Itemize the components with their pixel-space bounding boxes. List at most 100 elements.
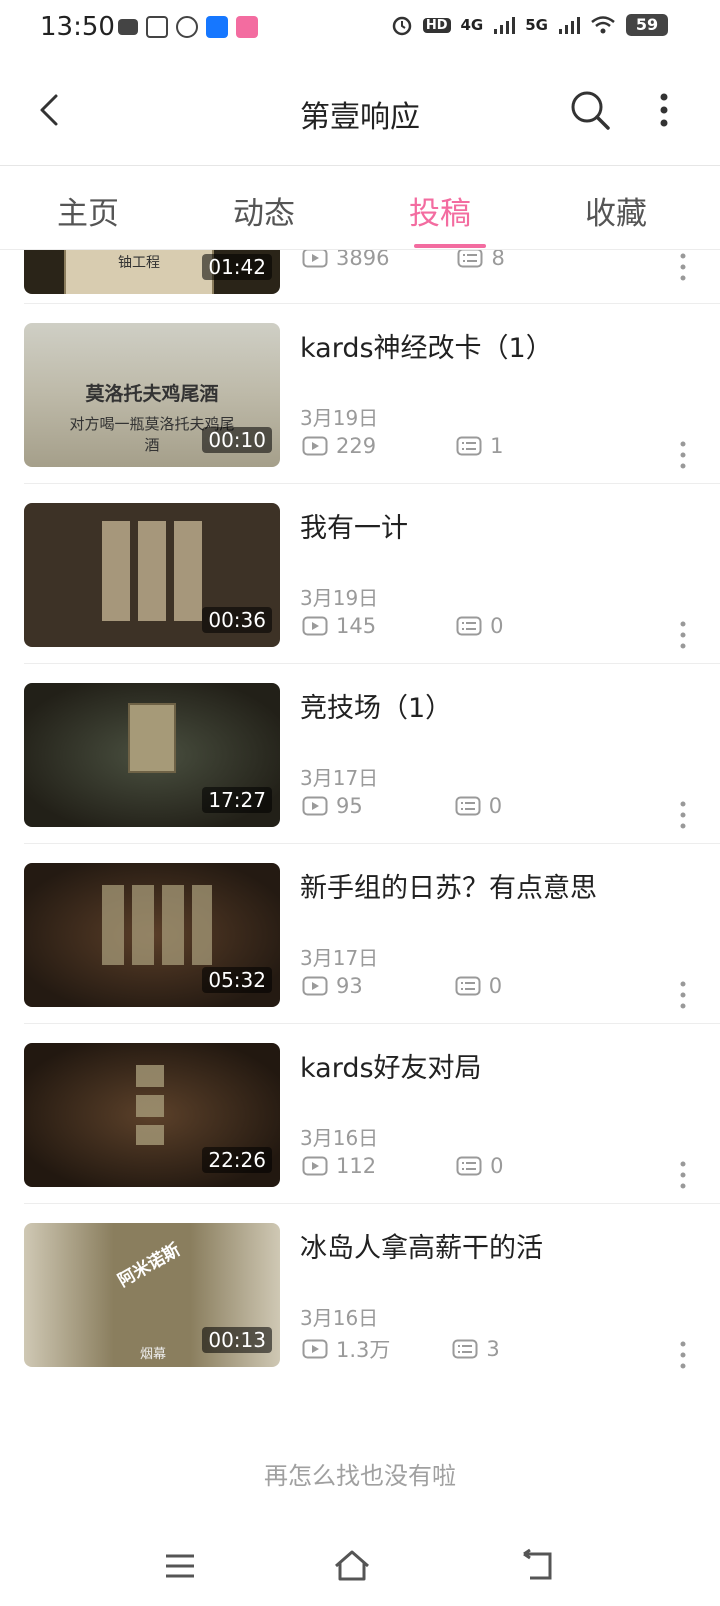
card-name: 阿米诺斯	[114, 1240, 184, 1292]
cards-art	[102, 885, 212, 965]
wifi-icon	[591, 16, 615, 34]
video-stats: 145 0	[302, 614, 503, 638]
battery-indicator: 59	[626, 14, 668, 36]
tab-home[interactable]: 主页	[28, 188, 148, 233]
video-item[interactable]: 铀工程 01:42 3896 8	[0, 250, 720, 304]
video-item[interactable]: 阿米诺斯 烟幕 00:13 冰岛人拿高薪干的活 3月16日 1.3万 3	[0, 1204, 720, 1388]
danmaku-count-icon	[457, 250, 483, 268]
play-count-icon	[302, 976, 328, 996]
view-count: 145	[336, 614, 377, 638]
card-name: 铀工程	[118, 255, 160, 271]
video-date: 3月19日	[300, 406, 379, 430]
more-options-icon[interactable]	[679, 800, 687, 830]
tab-bar: 主页 动态 投稿 收藏	[0, 166, 720, 250]
more-options-icon[interactable]	[679, 620, 687, 650]
status-bar: 13:50 HD 4G 5G 59	[0, 0, 720, 56]
danmaku-count: 0	[490, 1154, 504, 1178]
end-of-list-text: 再怎么找也没有啦	[264, 1462, 456, 1490]
video-stats: 112 0	[302, 1154, 503, 1178]
bilibili-icon	[236, 16, 258, 38]
video-date: 3月17日	[300, 766, 379, 790]
system-navigation-bar	[0, 1536, 720, 1606]
play-count-icon	[302, 250, 328, 268]
danmaku-count-icon	[452, 1339, 478, 1359]
more-options-icon[interactable]	[679, 252, 687, 282]
play-count-icon	[302, 796, 328, 816]
danmaku-count-icon	[455, 796, 481, 816]
alipay-icon	[206, 16, 228, 38]
video-item[interactable]: 00:36 我有一计 3月19日 145 0	[0, 484, 720, 668]
view-count: 112	[336, 1154, 377, 1178]
card-name: 莫洛托夫鸡尾酒	[85, 383, 219, 405]
cards-art	[102, 521, 202, 621]
video-thumbnail: 铀工程 01:42	[24, 250, 280, 294]
video-thumbnail: 22:26	[24, 1043, 280, 1187]
danmaku-count-icon	[456, 1156, 482, 1176]
menu-icon[interactable]	[158, 1546, 202, 1586]
video-title: 我有一计	[300, 513, 408, 544]
more-options-icon[interactable]	[655, 90, 673, 130]
link-notification-icon	[176, 16, 198, 38]
signal-icon-2	[559, 17, 580, 34]
status-right: HD 4G 5G 59	[391, 14, 668, 36]
network-5g-label: 5G	[525, 16, 548, 34]
tab-uploads[interactable]: 投稿	[380, 188, 500, 233]
more-options-icon[interactable]	[679, 1340, 687, 1370]
danmaku-count: 8	[491, 250, 505, 270]
video-thumbnail: 莫洛托夫鸡尾酒 对方喝一瓶莫洛托夫鸡尾酒 00:10	[24, 323, 280, 467]
play-count-icon	[302, 616, 328, 636]
video-title: 冰岛人拿高薪干的活	[300, 1233, 543, 1264]
view-count: 229	[336, 434, 377, 458]
video-duration: 05:32	[202, 967, 272, 993]
video-duration: 22:26	[202, 1147, 272, 1173]
signal-icon-1	[494, 17, 516, 34]
card-art: 铀工程	[64, 250, 214, 294]
active-tab-indicator	[414, 244, 486, 248]
video-item[interactable]: 05:32 新手组的日苏？有点意思 3月17日 93 0	[0, 844, 720, 1028]
card-art	[128, 703, 176, 773]
video-title: kards好友对局	[300, 1053, 482, 1084]
danmaku-count: 1	[490, 434, 504, 458]
camera-notification-icon	[118, 19, 138, 35]
danmaku-count-icon	[455, 976, 481, 996]
video-stats: 1.3万 3	[302, 1334, 500, 1364]
back-nav-icon[interactable]	[516, 1546, 560, 1586]
play-count-icon	[302, 1156, 328, 1176]
video-duration: 17:27	[202, 787, 272, 813]
video-title: 竞技场（1）	[300, 693, 453, 724]
danmaku-count: 0	[488, 974, 503, 998]
video-duration: 00:10	[202, 427, 272, 453]
play-count-icon	[302, 436, 328, 456]
video-thumbnail: 17:27	[24, 683, 280, 827]
video-duration: 00:36	[202, 607, 272, 633]
video-item[interactable]: 莫洛托夫鸡尾酒 对方喝一瓶莫洛托夫鸡尾酒 00:10 kards神经改卡（1） …	[0, 304, 720, 488]
danmaku-count-icon	[456, 436, 482, 456]
video-date: 3月17日	[300, 946, 379, 970]
danmaku-count-icon	[456, 616, 482, 636]
more-options-icon[interactable]	[679, 440, 687, 470]
more-options-icon[interactable]	[679, 980, 687, 1010]
tab-favorites[interactable]: 收藏	[556, 188, 676, 233]
video-title: kards神经改卡（1）	[300, 333, 553, 364]
video-duration: 01:42	[202, 254, 272, 280]
video-item[interactable]: 17:27 竞技场（1） 3月17日 95 0	[0, 664, 720, 848]
video-stats: 95 0	[302, 794, 502, 818]
home-icon[interactable]	[330, 1546, 374, 1586]
video-date: 3月16日	[300, 1306, 379, 1330]
tab-dynamics[interactable]: 动态	[204, 188, 324, 233]
page-title: 第壹响应	[300, 100, 420, 135]
alarm-icon	[392, 16, 412, 36]
video-date: 3月19日	[300, 586, 379, 610]
play-count-icon	[302, 1339, 328, 1359]
status-time: 13:50	[40, 12, 115, 42]
notification-icons	[118, 16, 258, 38]
video-item[interactable]: 22:26 kards好友对局 3月16日 112 0	[0, 1024, 720, 1208]
search-icon[interactable]	[568, 88, 612, 132]
danmaku-count: 3	[486, 1337, 500, 1361]
video-stats: 229 1	[302, 434, 503, 458]
video-list: 铀工程 01:42 3896 8 莫洛托夫鸡尾酒 对方喝一瓶莫洛托夫鸡尾酒 00…	[0, 250, 720, 1410]
more-options-icon[interactable]	[679, 1160, 687, 1190]
view-count: 1.3万	[336, 1338, 391, 1362]
view-count: 93	[336, 974, 363, 998]
cards-art	[136, 1065, 164, 1145]
